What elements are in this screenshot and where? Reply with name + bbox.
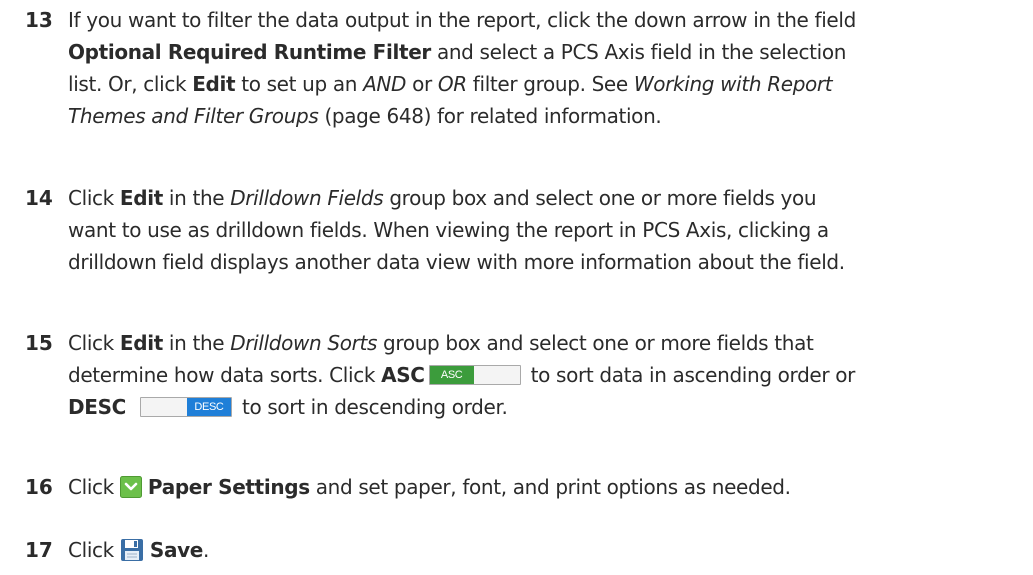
step-text-line: Click Save. (68, 538, 210, 562)
step-text-line: list. Or, click Edit to set up an AND or… (68, 72, 833, 96)
chevron-down-icon (119, 475, 142, 498)
step-number: 16 (25, 475, 53, 499)
desc-label: DESC (68, 395, 126, 419)
edit-label: Edit (119, 331, 163, 355)
step-15: 15 Click Edit in the Drilldown Sorts gro… (0, 327, 1033, 423)
step-text-line: Click Paper Settings and set paper, font… (68, 475, 791, 499)
asc-toggle-image: ASC (428, 365, 521, 385)
step-text-line: If you want to filter the data output in… (68, 8, 856, 32)
asc-label: ASC (381, 363, 425, 387)
step-16: 16 Click Paper Settings and set paper, f… (0, 471, 1033, 503)
cross-reference-link: Themes and Filter Groups (68, 104, 319, 128)
step-number: 15 (25, 331, 53, 355)
step-text-line: want to use as drilldown fields. When vi… (68, 218, 829, 242)
step-number: 14 (25, 186, 53, 210)
step-text-line: determine how data sorts. Click ASC ASC t… (68, 363, 856, 387)
asc-segment: ASC (429, 366, 474, 384)
step-text-line: drilldown field displays another data vi… (68, 250, 845, 274)
step-text-line: Optional Required Runtime Filter and sel… (68, 40, 847, 64)
desc-segment: DESC (186, 398, 231, 416)
step-17: 17 Click Save. (0, 534, 1033, 566)
step-number: 13 (25, 8, 53, 32)
step-text-line: DESC DESC to sort in descending order. (68, 395, 508, 419)
edit-label: Edit (119, 186, 163, 210)
cross-reference-link: Working with Report (633, 72, 833, 96)
group-box-name: Drilldown Fields (230, 186, 384, 210)
floppy-disk-icon (120, 538, 144, 562)
step-number: 17 (25, 538, 53, 562)
step-14: 14 Click Edit in the Drilldown Fields gr… (0, 182, 1033, 278)
group-box-name: Drilldown Sorts (230, 331, 378, 355)
step-text-line: Click Edit in the Drilldown Sorts group … (68, 331, 814, 355)
paper-settings-label: Paper Settings (147, 475, 310, 499)
save-label: Save (149, 538, 204, 562)
step-text-line: Themes and Filter Groups (page 648) for … (68, 104, 662, 128)
field-name: Optional Required Runtime Filter (68, 40, 431, 64)
step-text-line: Click Edit in the Drilldown Fields group… (68, 186, 817, 210)
desc-toggle-image: DESC (139, 397, 232, 417)
edit-label: Edit (192, 72, 236, 96)
step-13: 13 If you want to filter the data output… (0, 4, 1033, 132)
